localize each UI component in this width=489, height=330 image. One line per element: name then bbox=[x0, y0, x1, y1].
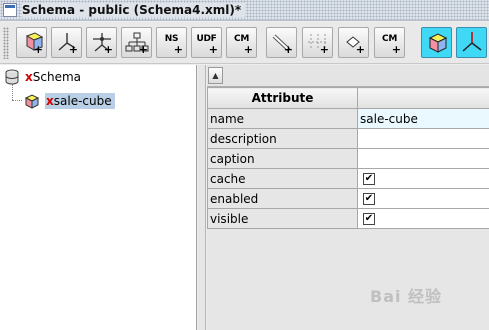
plus-mark: + bbox=[138, 43, 148, 56]
database-icon bbox=[4, 69, 20, 85]
cube-name: sale-cube bbox=[53, 94, 112, 108]
dimension-view-button[interactable] bbox=[456, 27, 487, 58]
attribute-key: caption bbox=[207, 148, 358, 169]
tree-node-label: xsale-cube bbox=[45, 93, 115, 109]
add-cube-button[interactable]: + bbox=[16, 27, 47, 58]
plus-mark: + bbox=[283, 43, 293, 56]
attribute-key: cache bbox=[207, 168, 358, 189]
window-title: Schema - public (Schema4.xml)* bbox=[22, 3, 246, 17]
property-plus-icon bbox=[308, 34, 328, 50]
visible-checkbox[interactable]: ✔ bbox=[363, 213, 375, 225]
plus-mark: + bbox=[355, 43, 365, 56]
plus-mark: + bbox=[33, 43, 43, 56]
hierarchy-plus-icon bbox=[125, 32, 149, 52]
attribute-panel-header: ▲ bbox=[207, 65, 489, 87]
tree-node-label: xSchema bbox=[25, 70, 81, 84]
plus-mark: + bbox=[391, 43, 401, 56]
cache-cell: ✔ bbox=[357, 168, 489, 189]
tree-connector bbox=[12, 84, 13, 100]
table-row: cache ✔ bbox=[207, 168, 489, 189]
plus-mark: + bbox=[319, 43, 329, 56]
error-prefix: x bbox=[25, 70, 33, 84]
plus-mark: + bbox=[68, 43, 78, 56]
title-bar[interactable]: Schema - public (Schema4.xml)* bbox=[0, 0, 489, 21]
level-plus-icon bbox=[272, 34, 291, 52]
attribute-key: description bbox=[207, 128, 358, 149]
plus-mark: + bbox=[208, 43, 218, 56]
measure-plus-icon bbox=[93, 33, 111, 52]
schema-name: Schema bbox=[32, 70, 81, 84]
name-field[interactable]: sale-cube bbox=[357, 108, 489, 129]
add-property-button[interactable]: + bbox=[302, 27, 333, 58]
tree-node-schema[interactable]: xSchema bbox=[4, 68, 81, 86]
dimension-plus-icon bbox=[58, 33, 76, 51]
attribute-table: Attribute name sale-cube description cap… bbox=[207, 87, 489, 229]
app-icon bbox=[3, 3, 17, 17]
attribute-key: visible bbox=[207, 208, 358, 229]
add-closure-button[interactable]: + bbox=[338, 27, 369, 58]
add-level-button[interactable]: + bbox=[266, 27, 297, 58]
description-field[interactable] bbox=[357, 128, 489, 149]
attribute-key: name bbox=[207, 108, 358, 129]
toolbar: + + + + NS + UDF + CM + + + + CM + bbox=[0, 22, 489, 64]
visible-cell: ✔ bbox=[357, 208, 489, 229]
attribute-key: enabled bbox=[207, 188, 358, 209]
plus-mark: + bbox=[243, 43, 253, 56]
add-calculated-member-button[interactable]: CM + bbox=[226, 27, 257, 58]
caption-field[interactable] bbox=[357, 148, 489, 169]
attribute-column-header[interactable]: Attribute bbox=[207, 87, 358, 109]
panel-splitter[interactable] bbox=[198, 65, 206, 330]
add-cube-calculated-member-button[interactable]: CM + bbox=[374, 27, 405, 58]
tree-node-sale-cube[interactable]: xsale-cube bbox=[24, 92, 115, 110]
dimension-icon bbox=[462, 32, 482, 52]
enabled-cell: ✔ bbox=[357, 188, 489, 209]
schema-tree[interactable]: xSchema xsale-cube bbox=[0, 65, 197, 330]
enabled-checkbox[interactable]: ✔ bbox=[363, 193, 375, 205]
tree-connector bbox=[12, 100, 22, 101]
table-row: enabled ✔ bbox=[207, 188, 489, 209]
cube-icon bbox=[24, 93, 40, 109]
plus-mark: + bbox=[103, 43, 113, 56]
table-row: name sale-cube bbox=[207, 108, 489, 129]
value-column-header[interactable] bbox=[357, 87, 489, 109]
add-hierarchy-button[interactable]: + bbox=[121, 27, 152, 58]
watermark: Bai 经验 bbox=[370, 287, 443, 306]
toolbar-grip[interactable] bbox=[3, 27, 9, 59]
collapse-arrow-icon[interactable]: ▲ bbox=[208, 67, 223, 84]
add-udf-button[interactable]: UDF + bbox=[191, 27, 222, 58]
add-named-set-button[interactable]: NS + bbox=[156, 27, 187, 58]
plus-mark: + bbox=[173, 43, 183, 56]
cube-icon bbox=[428, 33, 448, 53]
add-measure-button[interactable]: + bbox=[86, 27, 117, 58]
cache-checkbox[interactable]: ✔ bbox=[363, 173, 375, 185]
table-row: visible ✔ bbox=[207, 208, 489, 229]
cube-view-button[interactable] bbox=[421, 27, 452, 58]
closure-plus-icon bbox=[346, 36, 360, 48]
table-row: description bbox=[207, 128, 489, 149]
cube-plus-icon bbox=[25, 32, 44, 51]
add-dimension-button[interactable]: + bbox=[51, 27, 82, 58]
attribute-panel: ▲ Attribute name sale-cube description c… bbox=[207, 65, 489, 330]
error-prefix: x bbox=[46, 94, 54, 108]
table-row: caption bbox=[207, 148, 489, 169]
